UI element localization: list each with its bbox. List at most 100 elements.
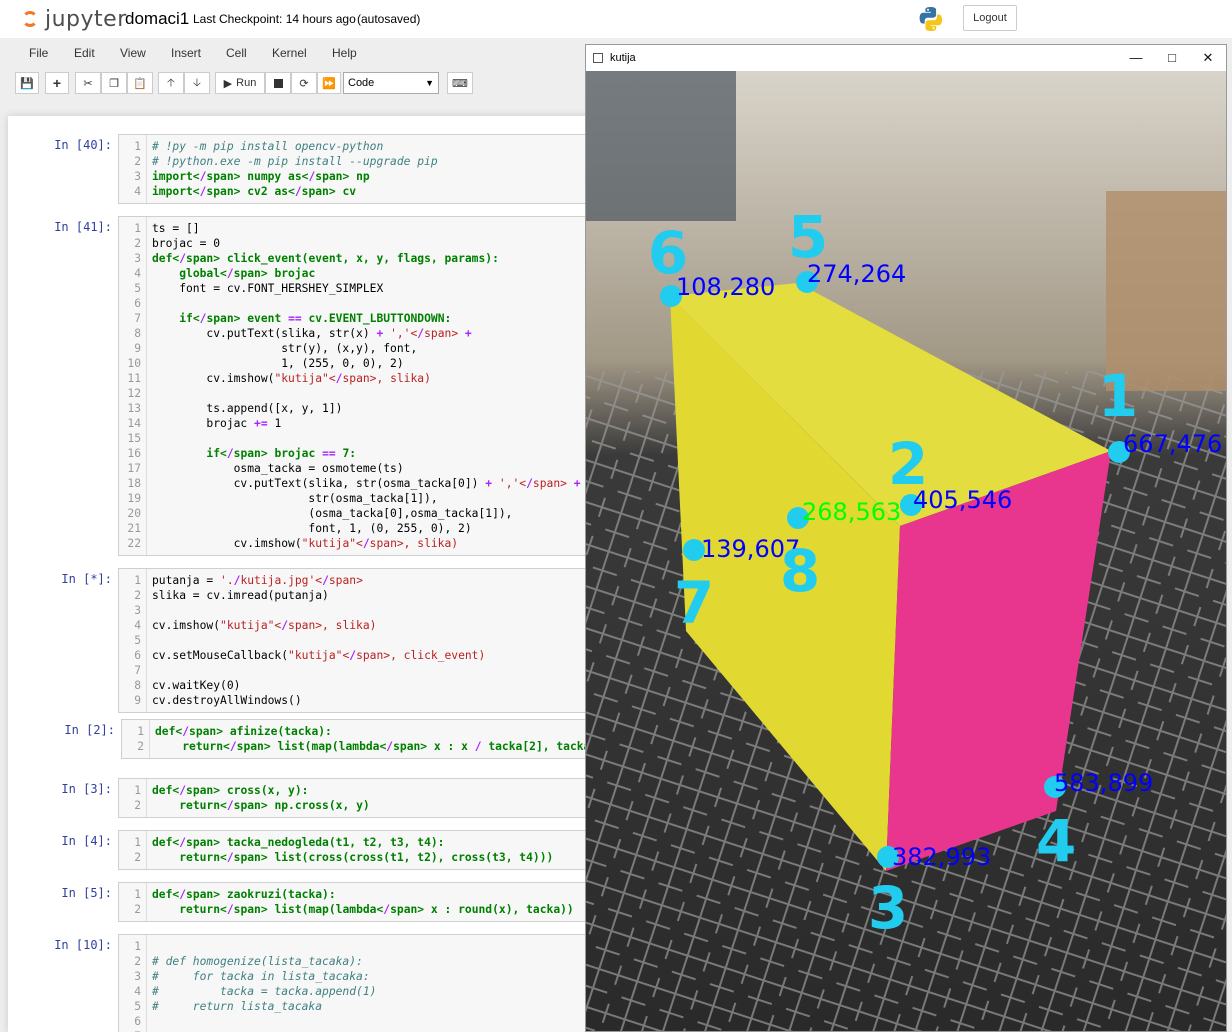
code-text: ts.append([x, y, 1]) <box>152 402 343 415</box>
code-line: 7 <box>119 663 608 678</box>
code-line: 3 <box>119 603 608 618</box>
restart-icon: ⟳ <box>299 77 309 90</box>
code-editor[interactable]: 1 def</span> zaokruzi(tacka): 2 return</sp… <box>118 882 608 922</box>
menu-insert[interactable]: Insert <box>171 46 201 60</box>
save-button[interactable]: 💾 <box>15 72 39 94</box>
jupyter-logo[interactable]: jupyter <box>20 6 127 32</box>
line-number: 18 <box>127 477 141 490</box>
line-number: 2 <box>134 851 141 864</box>
code-line: 5 # return lista_tacaka <box>119 999 608 1014</box>
code-line: 14 brojac += 1 <box>119 416 608 431</box>
cell-prompt: In [10]: <box>54 938 112 952</box>
code-line: 2 return</span> list(cross(cross(t1, t2)… <box>119 850 608 865</box>
close-icon[interactable]: ✕ <box>1198 49 1218 67</box>
code-editor[interactable]: 1 def</span> afinize(tacka): 2 return</spa… <box>121 719 608 759</box>
menu-cell[interactable]: Cell <box>226 46 247 60</box>
point-number: 7 <box>674 569 714 637</box>
minimize-icon[interactable]: — <box>1126 49 1146 67</box>
image-canvas[interactable]: 1 667,476 2 405,546 3 382,993 4 583,899 5 274,264… <box>586 71 1226 1031</box>
logout-button[interactable]: Logout <box>963 5 1017 31</box>
code-text: font = cv.FONT_HERSHEY_SIMPLEX <box>152 282 384 295</box>
line-number: 22 <box>127 537 141 550</box>
menu-edit[interactable]: Edit <box>74 46 95 60</box>
restart-button[interactable]: ⟳ <box>291 72 317 94</box>
chevron-down-icon: ▼ <box>425 78 434 88</box>
code-line: 4 # tacka = tacka.append(1) <box>119 984 608 999</box>
menu-kernel[interactable]: Kernel <box>272 46 307 60</box>
autosave-status: (autosaved) <box>357 12 421 26</box>
code-editor[interactable]: 1 # !py -m pip install opencv-python 2 # !p… <box>118 134 608 204</box>
code-editor[interactable]: 1 2 # def homogenize(lista_tacaka): 3 # for … <box>118 934 608 1032</box>
code-line: 21 font, 1, (0, 255, 0), 2) <box>119 521 608 536</box>
opencv-image-window[interactable]: kutija — □ ✕ 1 667,476 2 405,546 3 382,9… <box>585 44 1227 1032</box>
code-line: 2 brojac = 0 <box>119 236 608 251</box>
cell-type-select[interactable]: Code ▼ <box>343 72 439 94</box>
code-line: 9 str(y), (x,y), font, <box>119 341 608 356</box>
point-number: 8 <box>780 537 820 605</box>
interrupt-button[interactable] <box>265 72 291 94</box>
code-text: # return lista_tacaka <box>152 1000 323 1013</box>
code-line: 15 <box>119 431 608 446</box>
run-button[interactable]: ▶ Run <box>215 72 265 94</box>
play-icon: ▶ <box>223 77 233 90</box>
run-label: Run <box>236 77 257 89</box>
code-text: cv.imshow("kutija"</span>, slika) <box>152 372 431 385</box>
restart-run-all-button[interactable]: ⏩ <box>317 72 341 94</box>
copy-button[interactable]: ❐ <box>101 72 127 94</box>
line-number: 12 <box>127 387 141 400</box>
line-number: 7 <box>134 664 141 677</box>
line-number: 6 <box>134 297 141 310</box>
point-number: 3 <box>868 874 908 942</box>
code-text: brojac += 1 <box>152 417 282 430</box>
checkpoint-status: Last Checkpoint: 14 hours ago <box>193 12 356 26</box>
code-line: 1 putanja = './kutija.jpg'</span> <box>119 573 608 588</box>
notebook-name[interactable]: domaci1 <box>125 9 189 29</box>
arrow-up-icon: 🡡 <box>167 76 175 89</box>
code-line: 1 def</span> afinize(tacka): <box>122 724 608 739</box>
code-editor[interactable]: 1 def</span> tacka_nedogleda(t1, t2, t3, … <box>118 830 608 870</box>
code-text: if</span> brojac == 7: <box>206 447 357 460</box>
line-number: 1 <box>134 784 141 797</box>
code-line: 5 <box>119 633 608 648</box>
code-line: 17 osma_tacka = osmoteme(ts) <box>119 461 608 476</box>
line-number: 7 <box>134 312 141 325</box>
insert-cell-button[interactable]: + <box>45 72 69 94</box>
maximize-icon[interactable]: □ <box>1162 49 1182 67</box>
point-coordinate-label: 108,280 <box>676 273 775 301</box>
cell-prompt: In [2]: <box>64 723 115 737</box>
code-line: 10 1, (255, 0, 0), 2) <box>119 356 608 371</box>
code-line: 1 # !py -m pip install opencv-python <box>119 139 608 154</box>
line-number: 9 <box>134 342 141 355</box>
menu-file[interactable]: File <box>29 46 48 60</box>
keyboard-icon: ⌨ <box>452 77 468 90</box>
window-app-icon <box>593 53 603 63</box>
code-text: osma_tacka = osmoteme(ts) <box>152 462 404 475</box>
code-text: def</span> tacka_nedogleda(t1, t2, t3, t… <box>152 836 445 849</box>
menu-help[interactable]: Help <box>332 46 357 60</box>
move-up-button[interactable]: 🡡 <box>158 72 184 94</box>
code-editor[interactable]: 1 def</span> cross(x, y): 2 return</span> … <box>118 778 608 818</box>
code-text: cv.setMouseCallback("kutija"</span>, cli… <box>152 649 486 662</box>
code-line: 4 cv.imshow("kutija"</span>, slika) <box>119 618 608 633</box>
code-editor[interactable]: 1 ts = [] 2 brojac = 0 3 def</span> click_eve… <box>118 216 608 556</box>
line-number: 1 <box>137 725 144 738</box>
plus-icon: + <box>52 75 62 91</box>
line-number: 20 <box>127 507 141 520</box>
code-line: 3 def</span> click_event(event, x, y, fla… <box>119 251 608 266</box>
line-number: 2 <box>134 589 141 602</box>
line-number: 1 <box>134 940 141 953</box>
window-titlebar[interactable]: kutija — □ ✕ <box>586 45 1226 71</box>
command-palette-button[interactable]: ⌨ <box>447 72 473 94</box>
menu-view[interactable]: View <box>120 46 146 60</box>
code-line: 4 global</span> brojac <box>119 266 608 281</box>
paste-button[interactable]: 📋 <box>127 72 153 94</box>
code-line: 6 <box>119 296 608 311</box>
code-line: 8 cv.putText(slika, str(x) + ','</span> … <box>119 326 608 341</box>
cut-button[interactable]: ✂ <box>75 72 101 94</box>
code-editor[interactable]: 1 putanja = './kutija.jpg'</span> 2 slika =… <box>118 568 608 713</box>
code-text: def</span> afinize(tacka): <box>155 725 332 738</box>
point-number: 4 <box>1036 807 1076 875</box>
code-line: 6 <box>119 1014 608 1029</box>
paste-icon: 📋 <box>133 77 147 90</box>
move-down-button[interactable]: 🡣 <box>184 72 210 94</box>
